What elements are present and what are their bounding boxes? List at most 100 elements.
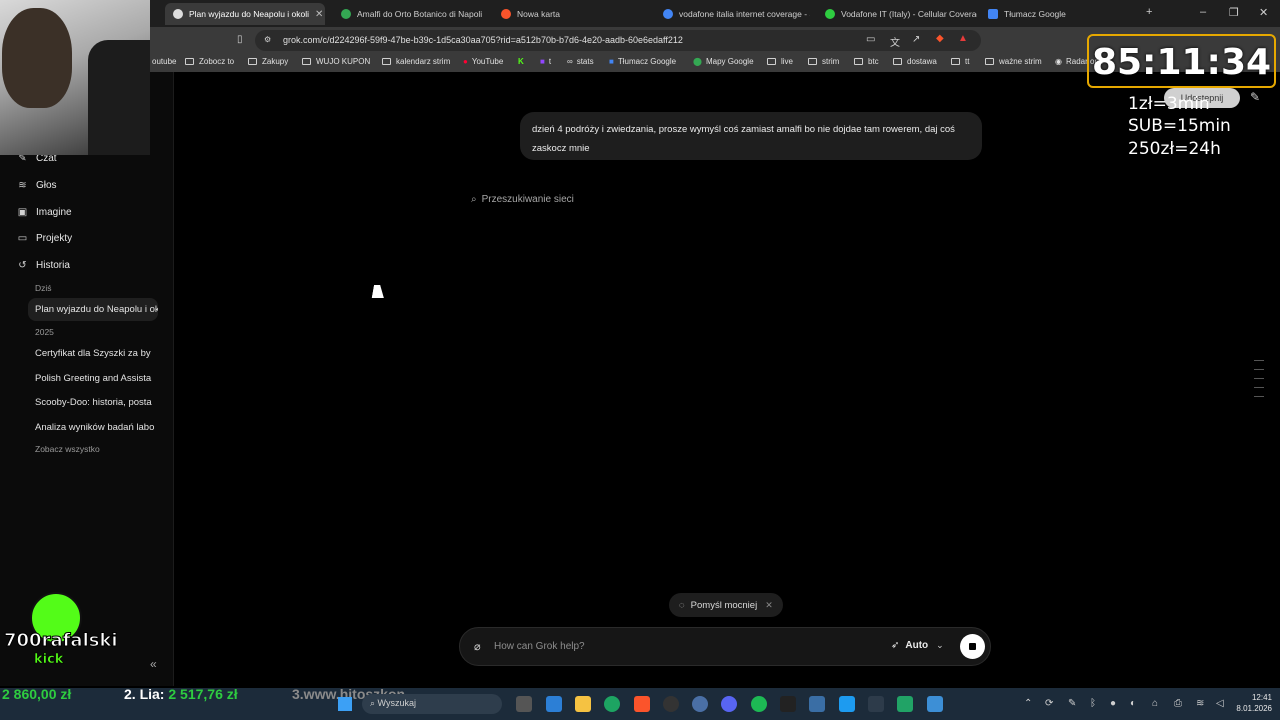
calculator-icon[interactable] <box>809 696 825 712</box>
webcam-overlay <box>0 0 150 155</box>
close-icon[interactable]: ✕ <box>309 9 323 20</box>
bookmark-kick[interactable]: K <box>518 57 528 66</box>
grok-favicon-icon <box>173 9 183 19</box>
chevron-up-icon[interactable]: ⌃ <box>1024 698 1032 709</box>
tab-vodafone-search[interactable]: vodafone italia internet coverage - S <box>655 3 810 25</box>
user-message-bubble: dzień 4 podróży i zwiedzania, prosze wym… <box>520 112 982 160</box>
sidebar-item-label: Głos <box>36 180 57 191</box>
close-icon[interactable]: ✕ <box>765 600 773 611</box>
stop-button[interactable] <box>960 634 985 659</box>
cast-icon[interactable]: ▭ <box>866 34 875 45</box>
bookmark-maps[interactable]: ⬤ Mapy Google <box>693 57 754 66</box>
bookmark-folder[interactable]: ważne strim <box>985 57 1042 66</box>
bookmark-icon[interactable]: ▯ <box>237 34 243 45</box>
minimize-icon[interactable]: – <box>1200 6 1206 18</box>
window-close-icon[interactable]: ✕ <box>1259 6 1268 19</box>
tab-amalfi[interactable]: Amalfi do Orto Botanico di Napoli - <box>333 3 483 25</box>
bookmark-folder[interactable]: Zobocz to <box>185 57 234 66</box>
collapse-sidebar-icon[interactable]: « <box>150 657 157 671</box>
maps-favicon-icon <box>341 9 351 19</box>
bookmark-folder[interactable]: Zakupy <box>248 57 288 66</box>
bookmark-translate[interactable]: ■ Tłumacz Google <box>609 57 676 66</box>
windows-start-icon[interactable] <box>338 697 352 711</box>
folder-icon[interactable] <box>575 696 591 712</box>
sidebar-item-history[interactable]: ↺ Historia <box>17 260 70 271</box>
x-icon[interactable] <box>839 696 855 712</box>
maximize-icon[interactable]: ❐ <box>1229 6 1239 19</box>
folder-icon <box>893 58 902 65</box>
site-info-icon[interactable]: ⚙ <box>264 35 271 44</box>
image-icon: ▣ <box>17 207 28 218</box>
volume-icon[interactable]: ◁ <box>1216 698 1224 709</box>
app-icon[interactable] <box>692 696 708 712</box>
paperclip-icon[interactable]: ⌀ <box>474 640 481 653</box>
spreadsheet-icon[interactable] <box>897 696 913 712</box>
bookmark-item[interactable]: outube <box>152 57 176 66</box>
task-view-icon[interactable] <box>516 696 532 712</box>
translate-icon[interactable]: 文 <box>890 34 900 49</box>
tab-vodafone-coverage[interactable]: Vodafone IT (Italy) - Cellular Coverag <box>817 3 977 25</box>
bookmark-folder[interactable]: tt <box>951 57 969 66</box>
sidebar-item-imagine[interactable]: ▣ Imagine <box>17 207 72 218</box>
bookmark-folder[interactable]: WUJO KUPON <box>302 57 370 66</box>
folder-icon <box>985 58 994 65</box>
brave-shield-icon[interactable]: ◆ <box>936 33 944 44</box>
bluetooth-icon[interactable]: ᛒ <box>1090 698 1096 709</box>
sidebar-item-voice[interactable]: ≋ Głos <box>17 180 57 191</box>
tab-grok[interactable]: Plan wyjazdu do Neapolu i okoli ✕ <box>165 3 325 25</box>
discord-icon[interactable] <box>721 696 737 712</box>
search-icon: ⌕ <box>471 194 477 205</box>
bookmark-item[interactable]: ■ t <box>540 57 551 66</box>
ticker-rank: 2. Lia: <box>124 686 165 702</box>
chrome-icon[interactable] <box>604 696 620 712</box>
spotify-icon[interactable] <box>751 696 767 712</box>
explorer-icon[interactable] <box>546 696 562 712</box>
bookmark-folder[interactable]: kalendarz strim <box>382 57 450 66</box>
app-icon[interactable] <box>927 696 943 712</box>
tab-label: Tłumacz Google <box>1004 9 1066 19</box>
sidebar-item-label: Imagine <box>36 207 72 218</box>
clock-time: 12:41 <box>1251 693 1272 702</box>
see-all-link[interactable]: Zobacz wszystko <box>35 444 100 454</box>
sidebar-item-projects[interactable]: ▭ Projekty <box>17 233 72 244</box>
scroll-indicator[interactable] <box>1254 360 1264 405</box>
app-icon[interactable] <box>868 696 884 712</box>
bookmark-label: tt <box>965 57 970 66</box>
taskbar-search[interactable]: ⌕ Wyszukaj <box>362 694 502 714</box>
tab-new[interactable]: Nowa karta <box>493 3 643 25</box>
radar-icon: ◉ <box>1055 57 1062 66</box>
brave-icon[interactable] <box>634 696 650 712</box>
bookmark-folder[interactable]: btc <box>854 57 879 66</box>
tab-translate[interactable]: Tłumacz Google <box>980 3 1130 25</box>
url-text[interactable]: grok.com/c/d224296f-59f9-47be-b39c-1d5ca… <box>283 35 683 45</box>
history-item[interactable]: Certyfikat dla Szyszki za by <box>35 348 155 359</box>
taskbar-clock[interactable]: 12:41 8.01.2026 <box>1232 692 1272 714</box>
history-item[interactable]: Scooby-Doo: historia, posta <box>35 397 155 408</box>
think-harder-chip[interactable]: ◌ Pomyśl mocniej ✕ <box>669 593 783 617</box>
sync-icon[interactable]: ⟳ <box>1045 698 1053 709</box>
bookmark-stats[interactable]: ∞ stats <box>567 57 594 66</box>
obs-icon[interactable] <box>663 696 679 712</box>
app-icon[interactable] <box>780 696 796 712</box>
history-item[interactable]: Analiza wyników badań labo <box>35 422 155 433</box>
prompt-input[interactable]: How can Grok help? <box>494 641 585 652</box>
bookmark-folder[interactable]: strim <box>808 57 839 66</box>
new-chat-icon[interactable]: ✎ <box>1250 90 1260 104</box>
tray-app-icon[interactable]: ● <box>1110 698 1116 709</box>
share-page-icon[interactable]: ↗ <box>912 34 920 45</box>
network-icon[interactable]: ⌂ <box>1152 698 1158 709</box>
history-item[interactable]: Plan wyjazdu do Neapolu i ok <box>28 298 158 321</box>
bookmark-folder[interactable]: live <box>767 57 793 66</box>
wifi-icon[interactable]: ≋ <box>1196 698 1204 709</box>
mode-selector[interactable]: ➶ Auto ⌄ <box>891 640 944 651</box>
microphone-icon[interactable]: ⎙ <box>1174 698 1182 709</box>
brave-rewards-icon[interactable]: ▲ <box>958 33 968 44</box>
tab-label: Amalfi do Orto Botanico di Napoli - <box>357 9 483 19</box>
tray-app-icon[interactable]: ◐ <box>1130 698 1136 709</box>
new-tab-icon[interactable]: + <box>1146 6 1152 18</box>
sidebar-item-label: Projekty <box>36 233 73 244</box>
bookmark-youtube[interactable]: ● YouTube <box>463 57 503 66</box>
pen-icon[interactable]: ✎ <box>1068 698 1076 709</box>
history-item[interactable]: Polish Greeting and Assista <box>35 373 155 384</box>
bookmark-folder[interactable]: dostawa <box>893 57 937 66</box>
